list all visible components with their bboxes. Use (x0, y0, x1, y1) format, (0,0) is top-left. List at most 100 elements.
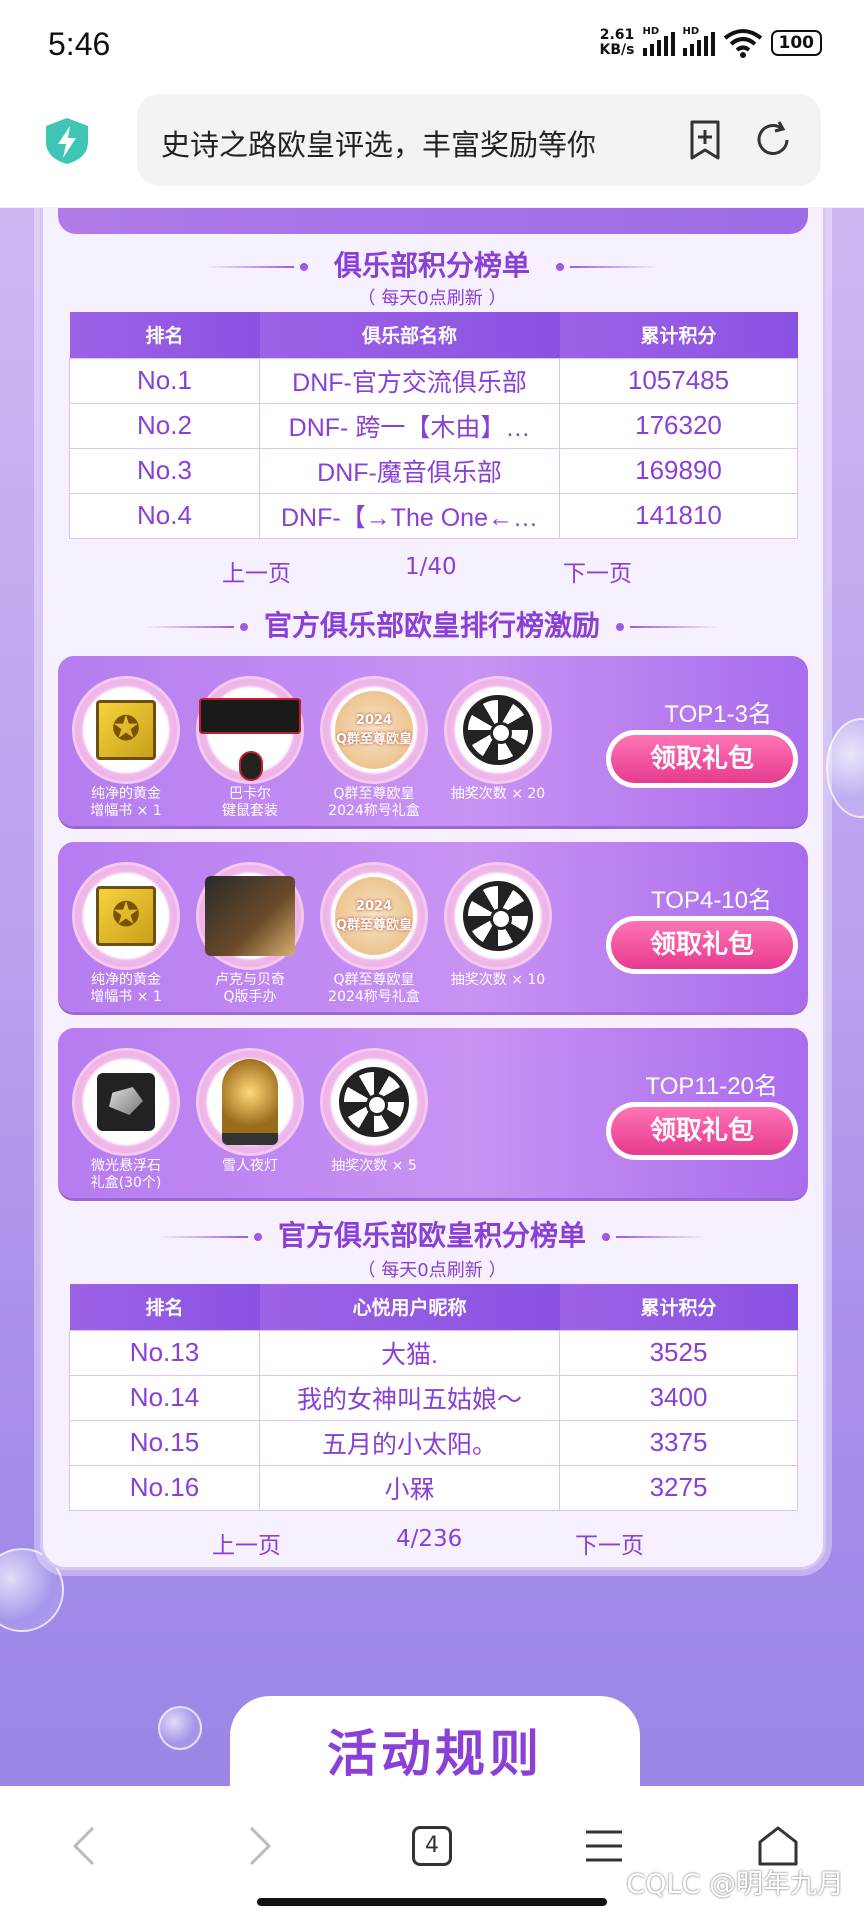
stone-icon (97, 1073, 155, 1131)
title-badge-icon: 2024 Q群至尊欧皇 (335, 877, 413, 955)
header-score: 累计积分 (559, 312, 798, 358)
claim-gift-button[interactable]: 领取礼包 (606, 1102, 798, 1160)
header-rank: 排名 (69, 1284, 260, 1330)
name-cell: DNF- 跨一【木由】… (259, 402, 560, 449)
bubble-decoration (158, 1706, 202, 1750)
battery-icon: 100 (770, 30, 822, 56)
rank-cell: No.14 (69, 1374, 260, 1421)
rules-banner[interactable]: 活动规则 (230, 1696, 640, 1786)
browser-bar: 史诗之路欧皇评选，丰富奖励等你 (0, 90, 864, 208)
rank-cell: No.15 (69, 1419, 260, 1466)
lottery-wheel-icon (463, 881, 533, 951)
table-row: No.14 我的女神叫五姑娘～ 3400 (69, 1374, 798, 1421)
name-cell: DNF-官方交流俱乐部 (259, 357, 560, 404)
score-cell: 169890 (559, 447, 798, 494)
refresh-icon[interactable] (751, 118, 795, 162)
forward-button[interactable] (230, 1816, 290, 1876)
reward-item: 卢克与贝奇 Q版手办 (196, 862, 304, 1006)
reward-item: 巴卡尔 键鼠套装 (196, 676, 304, 820)
name-cell: 我的女神叫五姑娘～ (259, 1374, 560, 1421)
reward-tier-3: 微光悬浮石 礼盒(30个) 雪人夜灯 抽奖次数 × 5 TOP11-20名 领取… (58, 1028, 808, 1198)
club-pager: 上一页 1/40 下一页 (0, 554, 864, 594)
rank-cell: No.4 (69, 492, 260, 539)
prev-page-button[interactable]: 上一页 (212, 1526, 281, 1560)
reward-item: 2024 Q群至尊欧皇 Q群至尊欧皇 2024称号礼盒 (320, 676, 428, 820)
status-time: 5:46 (48, 26, 111, 62)
home-indicator[interactable] (257, 1898, 607, 1906)
table-row: No.16 小槑 3275 (69, 1464, 798, 1511)
web-page: 俱乐部积分榜单 （ 每天0点刷新 ） 排名 俱乐部名称 累计积分 No.1 DN… (0, 208, 864, 1786)
lottery-wheel-icon (339, 1067, 409, 1137)
user-pager: 上一页 4/236 下一页 (0, 1526, 864, 1566)
reward-item: 雪人夜灯 (196, 1048, 304, 1175)
chevron-left-icon (72, 1826, 95, 1866)
tabs-count[interactable]: 4 (412, 1826, 452, 1866)
club-rank-table: 排名 俱乐部名称 累计积分 No.1 DNF-官方交流俱乐部 1057485 N… (69, 312, 798, 539)
figure-icon (205, 876, 295, 956)
security-shield-icon[interactable] (44, 116, 90, 166)
title-badge-icon: 2024 Q群至尊欧皇 (335, 691, 413, 769)
rank-cell: No.2 (69, 402, 260, 449)
table-row: No.3 DNF-魔音俱乐部 169890 (69, 447, 798, 494)
menu-button[interactable] (574, 1816, 634, 1876)
lottery-wheel-icon (463, 695, 533, 765)
address-bar[interactable]: 史诗之路欧皇评选，丰富奖励等你 (137, 94, 821, 186)
bubble-decoration (826, 718, 864, 818)
gold-book-icon (96, 700, 156, 760)
score-cell: 3375 (559, 1419, 798, 1466)
rank-cell: No.3 (69, 447, 260, 494)
bottom-nav: 4 CQLC @明年九月 (0, 1786, 864, 1920)
rewards-title: 官方俱乐部欧皇排行榜激励 (0, 604, 864, 644)
reward-item: 抽奖次数 × 5 (320, 1048, 428, 1175)
status-icons: 2.61 KB/s HD HD 100 (599, 26, 822, 58)
table-row: No.4 DNF-【→The One←… 141810 (69, 492, 798, 539)
snowman-lamp-icon (222, 1059, 278, 1145)
page-title[interactable]: 史诗之路欧皇评选，丰富奖励等你 (161, 122, 661, 164)
reward-tier-1: 纯净的黄金 增幅书 × 1 巴卡尔 键鼠套装 2024Q群至尊欧皇 Q群至尊欧皇… (58, 656, 808, 826)
next-page-button[interactable]: 下一页 (563, 554, 632, 588)
claim-gift-button[interactable]: 领取礼包 (606, 916, 798, 974)
name-cell: 小槑 (259, 1464, 560, 1511)
bookmark-add-icon[interactable] (683, 118, 727, 162)
score-cell: 3525 (559, 1329, 798, 1376)
net-speed: 2.61 KB/s (599, 27, 635, 58)
table-header: 排名 心悦用户昵称 累计积分 (69, 1284, 798, 1330)
rank-cell: No.16 (69, 1464, 260, 1511)
name-cell: DNF-魔音俱乐部 (259, 447, 560, 494)
claim-gift-button[interactable]: 领取礼包 (606, 730, 798, 788)
page-indicator: 1/40 (405, 554, 457, 580)
header-score: 累计积分 (559, 1284, 798, 1330)
user-board-subtitle: （ 每天0点刷新 ） (357, 1260, 507, 1281)
tier-label: TOP11-20名 (645, 1073, 778, 1100)
reward-item: 2024 Q群至尊欧皇 Q群至尊欧皇 2024称号礼盒 (320, 862, 428, 1006)
score-cell: 3275 (559, 1464, 798, 1511)
reward-item: 微光悬浮石 礼盒(30个) (72, 1048, 180, 1192)
header-name: 心悦用户昵称 (259, 1284, 560, 1330)
tabs-button[interactable]: 4 (402, 1816, 462, 1876)
user-rank-table: 排名 心悦用户昵称 累计积分 No.13 大猫. 3525 No.14 我的女神… (69, 1284, 798, 1511)
gold-book-icon (96, 886, 156, 946)
table-row: No.13 大猫. 3525 (69, 1329, 798, 1376)
club-board-subtitle: （ 每天0点刷新 ） (357, 288, 507, 309)
score-cell: 1057485 (559, 357, 798, 404)
table-row: No.15 五月的小太阳。 3375 (69, 1419, 798, 1466)
name-cell: 大猫. (259, 1329, 560, 1376)
score-cell: 176320 (559, 402, 798, 449)
rank-cell: No.13 (69, 1329, 260, 1376)
tier-label: TOP1-3名 (664, 701, 772, 728)
prev-page-button[interactable]: 上一页 (222, 554, 291, 588)
wifi-icon (723, 29, 762, 58)
user-board-title: 官方俱乐部欧皇积分榜单 (0, 1214, 864, 1254)
table-header: 排名 俱乐部名称 累计积分 (69, 312, 798, 358)
score-cell: 3400 (559, 1374, 798, 1421)
reward-item: 纯净的黄金 增幅书 × 1 (72, 676, 180, 820)
header-rank: 排名 (69, 312, 260, 358)
club-board-title: 俱乐部积分榜单 (0, 244, 864, 284)
header-name: 俱乐部名称 (259, 312, 560, 358)
rules-title[interactable]: 活动规则 (230, 1714, 640, 1786)
keyboard-mouse-icon (199, 698, 301, 734)
back-button[interactable] (54, 1816, 114, 1876)
next-page-button[interactable]: 下一页 (575, 1526, 644, 1560)
page-indicator: 4/236 (396, 1526, 463, 1552)
mouse-icon (239, 751, 263, 781)
